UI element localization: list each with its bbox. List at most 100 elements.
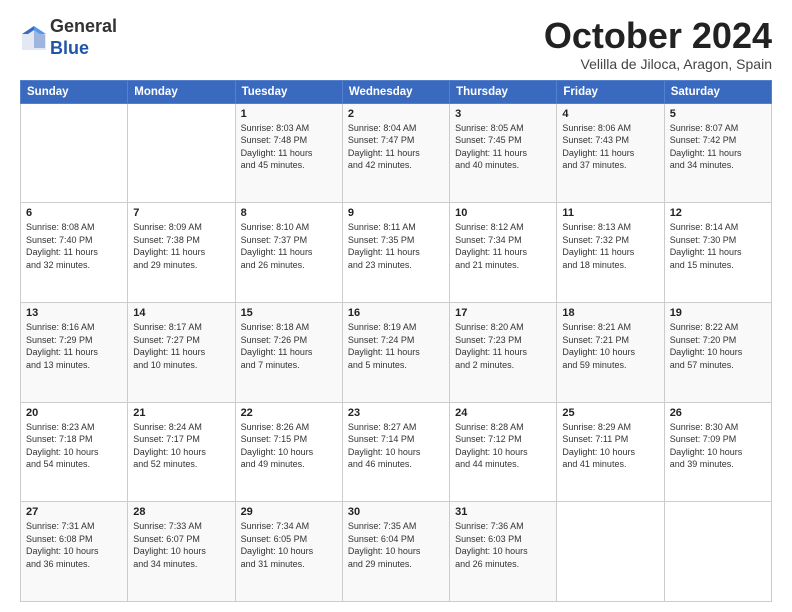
day-info: Sunrise: 8:17 AM Sunset: 7:27 PM Dayligh… <box>133 321 229 371</box>
calendar-cell: 20Sunrise: 8:23 AM Sunset: 7:18 PM Dayli… <box>21 402 128 502</box>
day-number: 6 <box>26 207 122 219</box>
calendar-cell: 5 Sunrise: 8:07 AM Sunset: 7:42 PM Daylig… <box>664 103 771 203</box>
calendar-cell: 27 Sunrise: 7:31 AM Sunset: 6:08 PM Dayli… <box>21 502 128 602</box>
day-number: 24 <box>455 407 551 419</box>
day-number: 19 <box>670 307 766 319</box>
day-info: Sunrise: 8:07 AM Sunset: 7:42 PM Dayligh… <box>670 122 766 172</box>
day-info: Sunrise: 8:10 AM Sunset: 7:37 PM Dayligh… <box>241 221 337 271</box>
day-info: Sunrise: 8:22 AM Sunset: 7:20 PM Dayligh… <box>670 321 766 371</box>
day-info: Sunrise: 7:36 AM Sunset: 6:03 PM Dayligh… <box>455 520 551 570</box>
calendar-cell: 30 Sunrise: 7:35 AM Sunset: 6:04 PM Dayli… <box>342 502 449 602</box>
calendar-cell: 2 Sunrise: 8:04 AM Sunset: 7:47 PM Daylig… <box>342 103 449 203</box>
day-info: Sunrise: 8:24 AM Sunset: 7:17 PM Dayligh… <box>133 421 229 471</box>
weekday-header: Sunday <box>21 80 128 103</box>
weekday-header: Friday <box>557 80 664 103</box>
day-number: 28 <box>133 506 229 518</box>
calendar-cell: 10Sunrise: 8:12 AM Sunset: 7:34 PM Dayli… <box>450 203 557 303</box>
day-number: 13 <box>26 307 122 319</box>
calendar-cell: 3 Sunrise: 8:05 AM Sunset: 7:45 PM Daylig… <box>450 103 557 203</box>
calendar-cell: 15 Sunrise: 8:18 AM Sunset: 7:26 PM Dayli… <box>235 302 342 402</box>
day-info: Sunrise: 8:14 AM Sunset: 7:30 PM Dayligh… <box>670 221 766 271</box>
day-number: 3 <box>455 108 551 120</box>
day-info: Sunrise: 8:29 AM Sunset: 7:11 PM Dayligh… <box>562 421 658 471</box>
day-info: Sunrise: 8:26 AM Sunset: 7:15 PM Dayligh… <box>241 421 337 471</box>
day-info: Sunrise: 8:04 AM Sunset: 7:47 PM Dayligh… <box>348 122 444 172</box>
day-info: Sunrise: 8:03 AM Sunset: 7:48 PM Dayligh… <box>241 122 337 172</box>
day-number: 30 <box>348 506 444 518</box>
day-info: Sunrise: 8:18 AM Sunset: 7:26 PM Dayligh… <box>241 321 337 371</box>
calendar-cell <box>128 103 235 203</box>
day-info: Sunrise: 8:23 AM Sunset: 7:18 PM Dayligh… <box>26 421 122 471</box>
weekday-header: Thursday <box>450 80 557 103</box>
calendar-week: 6 Sunrise: 8:08 AM Sunset: 7:40 PM Daylig… <box>21 203 772 303</box>
day-number: 25 <box>562 407 658 419</box>
calendar-cell: 1 Sunrise: 8:03 AM Sunset: 7:48 PM Daylig… <box>235 103 342 203</box>
weekday-header: Tuesday <box>235 80 342 103</box>
day-info: Sunrise: 7:31 AM Sunset: 6:08 PM Dayligh… <box>26 520 122 570</box>
calendar-week: 27 Sunrise: 7:31 AM Sunset: 6:08 PM Dayli… <box>21 502 772 602</box>
calendar-cell <box>664 502 771 602</box>
day-info: Sunrise: 8:09 AM Sunset: 7:38 PM Dayligh… <box>133 221 229 271</box>
day-number: 8 <box>241 207 337 219</box>
day-number: 23 <box>348 407 444 419</box>
day-info: Sunrise: 8:06 AM Sunset: 7:43 PM Dayligh… <box>562 122 658 172</box>
weekday-row: SundayMondayTuesdayWednesdayThursdayFrid… <box>21 80 772 103</box>
day-number: 5 <box>670 108 766 120</box>
location: Velilla de Jiloca, Aragon, Spain <box>544 56 772 72</box>
month-title: October 2024 <box>544 16 772 56</box>
calendar-cell: 8 Sunrise: 8:10 AM Sunset: 7:37 PM Daylig… <box>235 203 342 303</box>
calendar-cell: 28 Sunrise: 7:33 AM Sunset: 6:07 PM Dayli… <box>128 502 235 602</box>
title-block: October 2024 Velilla de Jiloca, Aragon, … <box>544 16 772 72</box>
calendar-cell: 24 Sunrise: 8:28 AM Sunset: 7:12 PM Dayli… <box>450 402 557 502</box>
day-info: Sunrise: 8:11 AM Sunset: 7:35 PM Dayligh… <box>348 221 444 271</box>
day-info: Sunrise: 8:30 AM Sunset: 7:09 PM Dayligh… <box>670 421 766 471</box>
day-number: 16 <box>348 307 444 319</box>
day-number: 11 <box>562 207 658 219</box>
day-info: Sunrise: 8:28 AM Sunset: 7:12 PM Dayligh… <box>455 421 551 471</box>
calendar-cell: 11 Sunrise: 8:13 AM Sunset: 7:32 PM Dayli… <box>557 203 664 303</box>
day-info: Sunrise: 7:35 AM Sunset: 6:04 PM Dayligh… <box>348 520 444 570</box>
calendar-cell: 16 Sunrise: 8:19 AM Sunset: 7:24 PM Dayli… <box>342 302 449 402</box>
day-number: 12 <box>670 207 766 219</box>
calendar-cell: 21 Sunrise: 8:24 AM Sunset: 7:17 PM Dayli… <box>128 402 235 502</box>
calendar-cell: 22Sunrise: 8:26 AM Sunset: 7:15 PM Dayli… <box>235 402 342 502</box>
calendar-cell: 9Sunrise: 8:11 AM Sunset: 7:35 PM Daylig… <box>342 203 449 303</box>
weekday-header: Saturday <box>664 80 771 103</box>
calendar-cell: 13Sunrise: 8:16 AM Sunset: 7:29 PM Dayli… <box>21 302 128 402</box>
day-number: 2 <box>348 108 444 120</box>
day-info: Sunrise: 8:19 AM Sunset: 7:24 PM Dayligh… <box>348 321 444 371</box>
header: General Blue October 2024 Velilla de Jil… <box>20 16 772 72</box>
day-number: 17 <box>455 307 551 319</box>
day-info: Sunrise: 8:08 AM Sunset: 7:40 PM Dayligh… <box>26 221 122 271</box>
day-number: 21 <box>133 407 229 419</box>
day-info: Sunrise: 7:33 AM Sunset: 6:07 PM Dayligh… <box>133 520 229 570</box>
calendar-cell: 17Sunrise: 8:20 AM Sunset: 7:23 PM Dayli… <box>450 302 557 402</box>
calendar-cell <box>557 502 664 602</box>
calendar-body: 1 Sunrise: 8:03 AM Sunset: 7:48 PM Daylig… <box>21 103 772 601</box>
day-info: Sunrise: 8:13 AM Sunset: 7:32 PM Dayligh… <box>562 221 658 271</box>
calendar-header: SundayMondayTuesdayWednesdayThursdayFrid… <box>21 80 772 103</box>
calendar-cell: 6 Sunrise: 8:08 AM Sunset: 7:40 PM Daylig… <box>21 203 128 303</box>
day-number: 10 <box>455 207 551 219</box>
logo-text: General Blue <box>50 16 117 59</box>
calendar-cell: 19 Sunrise: 8:22 AM Sunset: 7:20 PM Dayli… <box>664 302 771 402</box>
logo: General Blue <box>20 16 117 59</box>
logo-general: General <box>50 16 117 36</box>
calendar-week: 1 Sunrise: 8:03 AM Sunset: 7:48 PM Daylig… <box>21 103 772 203</box>
calendar-week: 20Sunrise: 8:23 AM Sunset: 7:18 PM Dayli… <box>21 402 772 502</box>
day-info: Sunrise: 8:05 AM Sunset: 7:45 PM Dayligh… <box>455 122 551 172</box>
day-number: 18 <box>562 307 658 319</box>
day-number: 15 <box>241 307 337 319</box>
calendar-cell: 26 Sunrise: 8:30 AM Sunset: 7:09 PM Dayli… <box>664 402 771 502</box>
day-number: 7 <box>133 207 229 219</box>
day-number: 26 <box>670 407 766 419</box>
page: General Blue October 2024 Velilla de Jil… <box>0 0 792 612</box>
day-info: Sunrise: 8:21 AM Sunset: 7:21 PM Dayligh… <box>562 321 658 371</box>
calendar-week: 13Sunrise: 8:16 AM Sunset: 7:29 PM Dayli… <box>21 302 772 402</box>
logo-blue: Blue <box>50 38 89 58</box>
day-number: 27 <box>26 506 122 518</box>
day-number: 1 <box>241 108 337 120</box>
day-number: 31 <box>455 506 551 518</box>
calendar-cell: 4Sunrise: 8:06 AM Sunset: 7:43 PM Daylig… <box>557 103 664 203</box>
calendar-cell: 12 Sunrise: 8:14 AM Sunset: 7:30 PM Dayli… <box>664 203 771 303</box>
